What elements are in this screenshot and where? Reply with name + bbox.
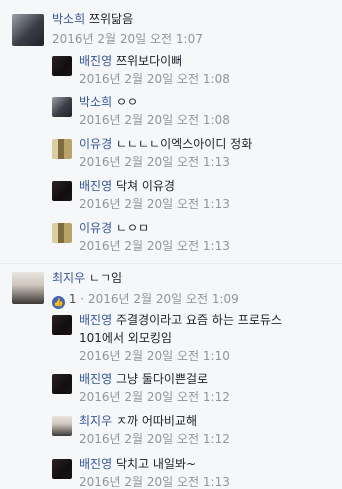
reply-timestamp[interactable]: 2016년 2월 20일 오전 1:12 bbox=[79, 389, 230, 405]
avatar[interactable] bbox=[12, 14, 44, 46]
reply-author[interactable]: 배진영 bbox=[79, 313, 112, 327]
reply-timestamp[interactable]: 2016년 2월 20일 오전 1:08 bbox=[79, 112, 230, 128]
comment-author[interactable]: 박소희 bbox=[52, 12, 85, 26]
reply-author[interactable]: 배진영 bbox=[79, 372, 112, 386]
reply-line: 배진영 그냥 둘다이쁜걸로 bbox=[79, 371, 208, 387]
reply-text: 101에서 외모킹임 bbox=[79, 331, 172, 345]
comment-author[interactable]: 최지우 bbox=[52, 271, 85, 285]
reply-author[interactable]: 배진영 bbox=[79, 457, 112, 471]
reply-author[interactable]: 최지우 bbox=[79, 414, 112, 428]
reply-text: 쯔위보다이뻐 bbox=[115, 54, 183, 68]
avatar[interactable] bbox=[52, 56, 72, 76]
reply-text: 닥쳐 이유경 bbox=[115, 179, 175, 193]
comment-line: 최지우 ㄴㄱ임 bbox=[52, 270, 122, 286]
reply-timestamp[interactable]: 2016년 2월 20일 오전 1:13 bbox=[79, 238, 230, 254]
thumbs-up-icon[interactable]: 👍 bbox=[52, 296, 65, 309]
reply-line: 이유경 ㄴㅇㅁ bbox=[79, 220, 149, 236]
reply-line: 이유경 ㄴㄴㄴㄴ이엑스아이디 정화 bbox=[79, 136, 252, 152]
avatar[interactable] bbox=[52, 459, 72, 479]
reply-line: 최지우 ㅈ까 어따비교해 bbox=[79, 413, 197, 429]
avatar[interactable] bbox=[52, 374, 72, 394]
reply-text: ㄴㄴㄴㄴ이엑스아이디 정화 bbox=[115, 137, 253, 151]
comment-text: ㄴㄱ임 bbox=[88, 271, 123, 285]
reply-text: 주결경이라고 요즘 하는 프로듀스 bbox=[115, 313, 282, 327]
like-count[interactable]: 1 bbox=[69, 292, 77, 306]
reply-timestamp[interactable]: 2016년 2월 20일 오전 1:13 bbox=[79, 474, 230, 489]
avatar[interactable] bbox=[52, 315, 72, 335]
reply-line: 배진영 닥치고 내일봐~ bbox=[79, 456, 196, 472]
reply-author[interactable]: 이유경 bbox=[79, 221, 112, 235]
avatar[interactable] bbox=[52, 416, 72, 436]
comment-text: 쯔위닮음 bbox=[88, 12, 134, 26]
avatar[interactable] bbox=[52, 97, 72, 117]
avatar[interactable] bbox=[52, 181, 72, 201]
comment-timestamp[interactable]: 2016년 2월 20일 오전 1:09 bbox=[88, 292, 239, 306]
reply-author[interactable]: 배진영 bbox=[79, 179, 112, 193]
comment-timestamp[interactable]: 2016년 2월 20일 오전 1:07 bbox=[52, 31, 203, 47]
reply-line: 배진영 주결경이라고 요즘 하는 프로듀스 bbox=[79, 312, 282, 328]
reply-author[interactable]: 배진영 bbox=[79, 54, 112, 68]
reply-text: ㄴㅇㅁ bbox=[115, 221, 150, 235]
avatar[interactable] bbox=[52, 223, 72, 243]
reply-text: ㅈ까 어따비교해 bbox=[115, 414, 198, 428]
meta-separator: · bbox=[80, 292, 85, 306]
reply-timestamp[interactable]: 2016년 2월 20일 오전 1:12 bbox=[79, 431, 230, 447]
reply-line: 박소희 ㅇㅇ bbox=[79, 94, 138, 110]
comment-meta: 👍 1 · 2016년 2월 20일 오전 1:09 bbox=[52, 291, 239, 309]
avatar[interactable] bbox=[12, 272, 44, 304]
reply-timestamp[interactable]: 2016년 2월 20일 오전 1:08 bbox=[79, 71, 230, 87]
reply-timestamp[interactable]: 2016년 2월 20일 오전 1:10 bbox=[79, 348, 230, 364]
divider bbox=[0, 263, 342, 264]
reply-timestamp[interactable]: 2016년 2월 20일 오전 1:13 bbox=[79, 154, 230, 170]
avatar[interactable] bbox=[52, 139, 72, 159]
reply-line: 배진영 닥쳐 이유경 bbox=[79, 178, 175, 194]
reply-author[interactable]: 박소희 bbox=[79, 95, 112, 109]
reply-text: 닥치고 내일봐~ bbox=[115, 457, 197, 471]
reply-text: 그냥 둘다이쁜걸로 bbox=[115, 372, 209, 386]
reply-author[interactable]: 이유경 bbox=[79, 137, 112, 151]
reply-line: 배진영 쯔위보다이뻐 bbox=[79, 53, 182, 69]
reply-timestamp[interactable]: 2016년 2월 20일 오전 1:13 bbox=[79, 196, 230, 212]
reply-text: ㅇㅇ bbox=[115, 95, 139, 109]
comment-line: 박소희 쯔위닮음 bbox=[52, 11, 133, 27]
